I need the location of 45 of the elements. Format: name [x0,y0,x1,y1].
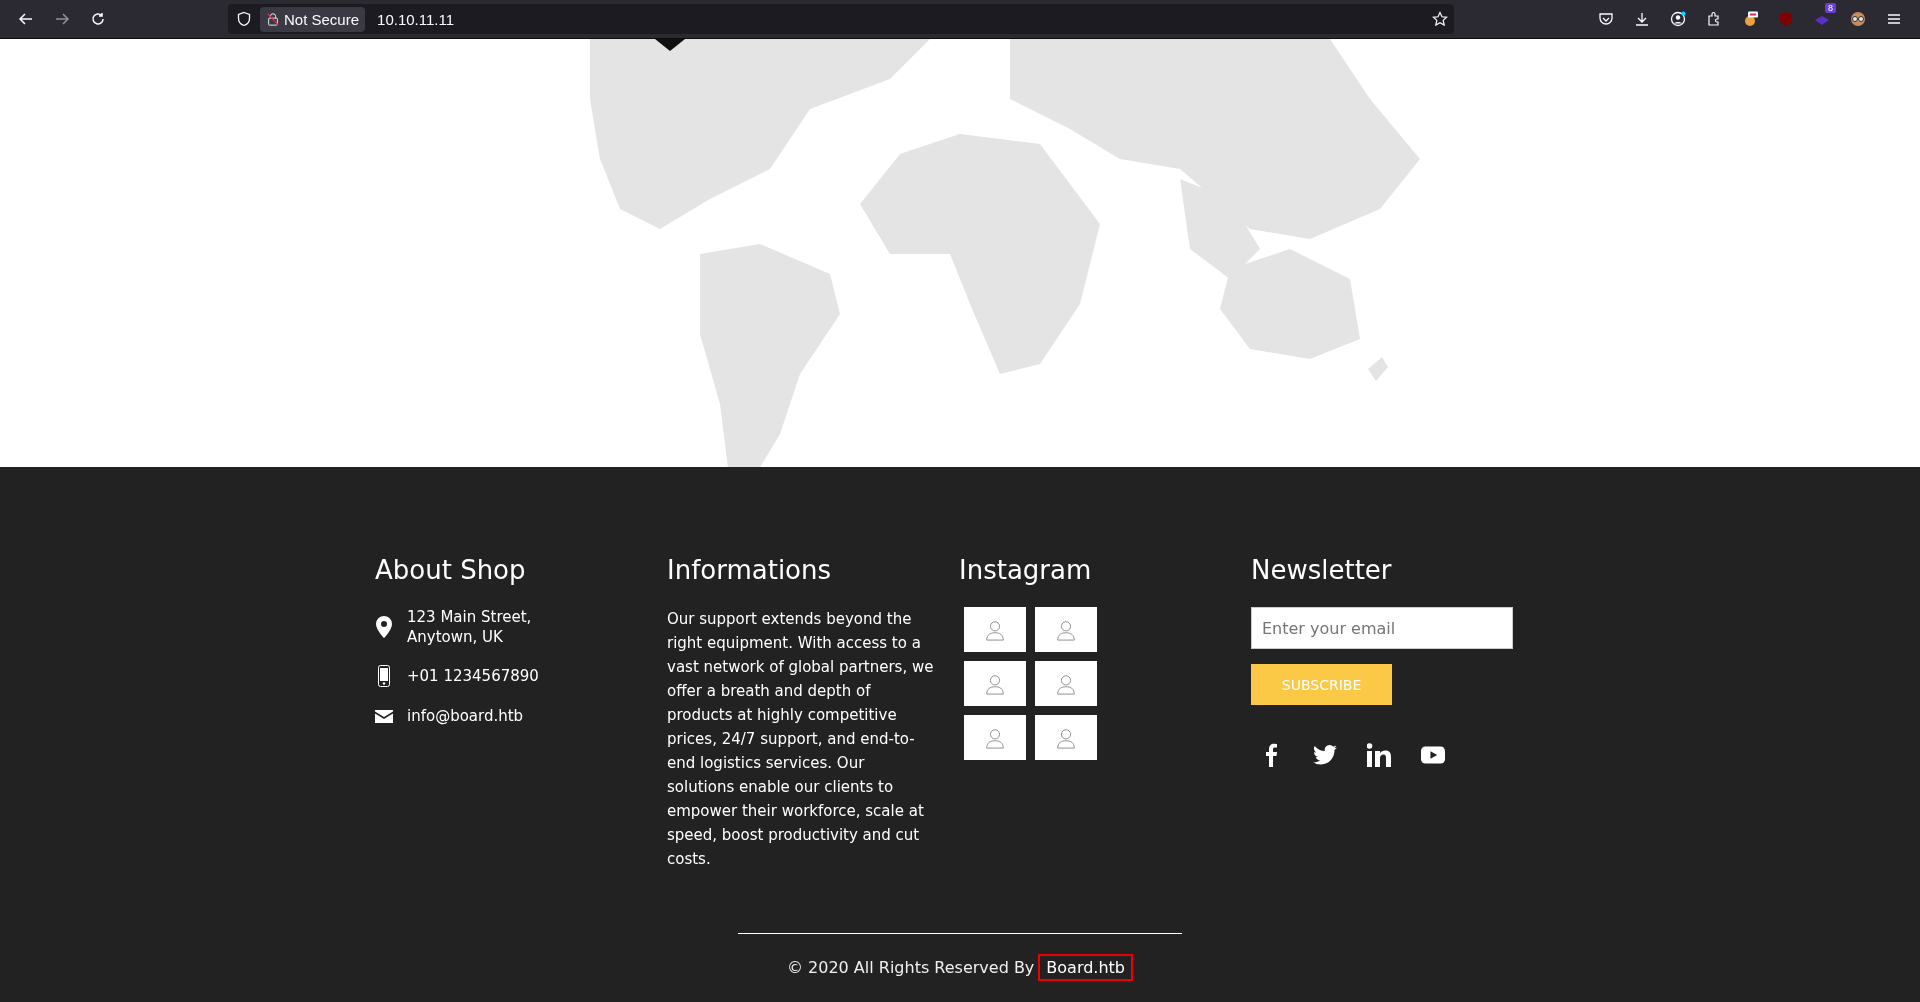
account-icon[interactable] [1670,11,1686,27]
person-icon [1055,672,1077,695]
person-icon [984,618,1006,641]
column-heading: Instagram [959,555,1093,585]
star-icon[interactable] [1432,11,1448,27]
info-paragraph: Our support extends beyond the right equipment. With access to a vast network of global partners, we offer a breath and depth of products at highly competitive prices, 24/7 support, and end-to-end logistics services. Our solutions enable our clients to empower their workforce, scale at speed, boost productivity and cut costs. [667,609,935,870]
column-heading: Newsletter [1251,555,1393,585]
instagram-thumbnail[interactable] [964,607,1026,652]
contact-text: +01 1234567890 [407,666,539,686]
phone-icon [375,665,393,687]
back-icon[interactable] [18,11,34,27]
instagram-thumbnail[interactable] [964,661,1026,706]
youtube-icon[interactable] [1421,743,1445,767]
column-heading: About Shop [375,555,527,585]
extension-icon[interactable] [1742,11,1758,27]
copyright-text: © 2020 All Rights Reserved By [786,958,1035,977]
extension-badge: 8 [1825,3,1836,13]
glasses-icon[interactable] [1850,11,1866,27]
puzzle-icon[interactable] [1706,11,1722,27]
linkedin-icon[interactable] [1367,743,1391,767]
column-heading: Informations [667,555,833,585]
url-text: 10.10.11.11 [377,10,456,28]
not-secure-label[interactable]: Not Secure [260,6,366,32]
lock-icon [266,12,280,26]
address-bar[interactable]: Not Secure 10.10.11.11 [228,4,1454,34]
reload-icon[interactable] [90,11,106,27]
person-icon [1055,726,1077,749]
email-field[interactable]: Enter your email [1251,607,1513,649]
contact-text: info@board.htb [407,706,524,726]
location-pin-icon [375,616,393,638]
instagram-thumbnail[interactable] [1035,661,1097,706]
brand-link[interactable]: Board.htb [1038,954,1134,981]
instagram-thumbnail[interactable] [1035,607,1097,652]
pocket-icon[interactable] [1598,11,1614,27]
shield-icon[interactable] [236,11,252,27]
forward-icon[interactable] [54,11,70,27]
person-icon [984,726,1006,749]
twitter-icon[interactable] [1313,743,1337,767]
download-icon[interactable] [1634,11,1650,27]
instagram-thumbnail[interactable] [1035,715,1097,760]
instagram-thumbnail[interactable] [964,715,1026,760]
person-icon [1055,618,1077,641]
person-icon [984,672,1006,695]
menu-icon[interactable] [1886,11,1902,27]
contact-text: 123 Main Street, Anytown, UK [407,607,532,647]
